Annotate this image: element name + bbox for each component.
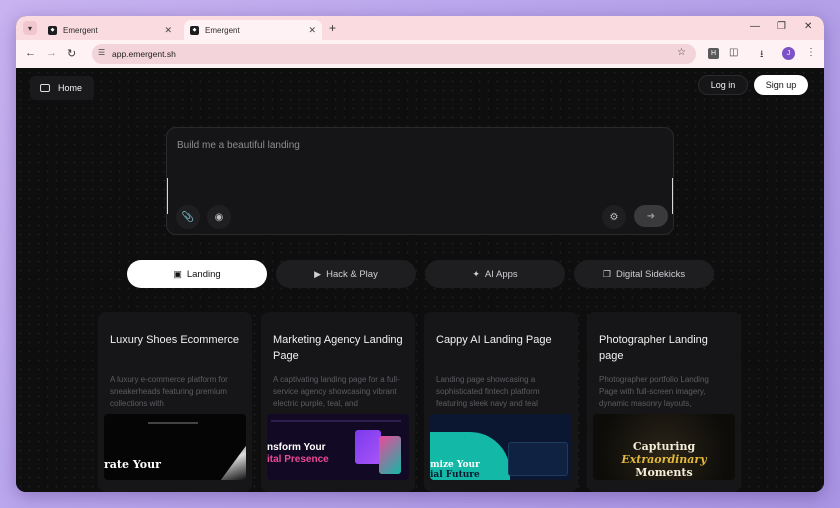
bookmark-star-icon[interactable]: ☆ [677, 47, 686, 58]
thumb-headline: Capturing [632, 440, 696, 453]
arrow-right-icon: ➜ [646, 210, 656, 222]
window-icon: ▣ [173, 268, 182, 279]
sparkle-icon: ✦ [472, 268, 480, 279]
address-bar[interactable]: ☰ app.emergent.sh ☆ [92, 44, 696, 64]
card-title: Cappy AI Landing Page [436, 334, 552, 346]
tab-ai-apps[interactable]: ✦ AI Apps [425, 260, 565, 288]
thumb-headline: mize Your [430, 460, 480, 470]
extensions-puzzle-icon[interactable]: ◫ [729, 47, 738, 58]
template-card[interactable]: Marketing Agency Landing Page A captivat… [261, 312, 415, 492]
profile-avatar[interactable]: J [782, 47, 795, 60]
thumb-headline-accent: ital Presence [267, 454, 329, 465]
tab-hack-and-play[interactable]: ▶ Hack & Play [276, 260, 416, 288]
restore-icon[interactable]: ❐ [777, 21, 786, 32]
card-description: A captivating landing page for a full-se… [273, 375, 400, 408]
play-icon: ▶ [314, 268, 322, 279]
chevron-down-icon: ▾ [27, 23, 32, 33]
thumb-nav-bar [148, 422, 198, 424]
input-border-highlight [167, 178, 168, 214]
back-arrow-icon[interactable]: ← [25, 47, 36, 59]
sneaker-image [220, 445, 246, 480]
tab-title: Emergent [205, 25, 240, 35]
prompt-text: Build me a beautiful landing [177, 140, 300, 151]
home-button[interactable]: Home [30, 76, 94, 100]
card-description: Landing page showcasing a sophisticated … [436, 375, 540, 408]
card-thumbnail: nsform Your ital Presence [267, 414, 409, 480]
browser-window: ▾ ◆ Emergent ✕ ◆ Emergent ✕ + — ❐ ✕ ← → … [16, 16, 824, 492]
settings-button[interactable]: ⚙ [602, 205, 626, 229]
tab-label: Landing [186, 268, 221, 280]
copy-icon: ❐ [602, 268, 611, 279]
template-card[interactable]: Cappy AI Landing Page Landing page showc… [424, 312, 578, 492]
tab-search-button[interactable]: ▾ [23, 21, 37, 35]
close-icon[interactable]: ✕ [308, 25, 316, 36]
thumb-headline: rate Your [104, 458, 161, 471]
window-close-icon[interactable]: ✕ [804, 21, 812, 32]
tab-digital-sidekicks[interactable]: ❐ Digital Sidekicks [574, 260, 714, 288]
card-thumbnail: Capturing Extraordinary Moments [593, 414, 735, 480]
card-title: Marketing Agency Landing Page [273, 334, 403, 362]
tab-label: AI Apps [484, 268, 518, 280]
forward-arrow-icon[interactable]: → [46, 47, 57, 59]
login-button[interactable]: Log in [698, 75, 748, 95]
emergent-favicon-icon: ◆ [190, 25, 199, 35]
thumb-nav-bar [271, 420, 401, 422]
thumb-chart-panel [508, 442, 568, 476]
url-text: app.emergent.sh [112, 49, 176, 59]
thumb-headline-accent: Extraordinary [621, 453, 707, 466]
window-icon [40, 84, 50, 92]
thumb-headline: Moments [635, 466, 693, 479]
send-button[interactable]: ➜ [634, 205, 668, 227]
card-thumbnail: mize Your ial Future [430, 414, 572, 480]
gear-icon: ⚙ [609, 211, 619, 223]
page-content: Home Log in Sign up Build me a beautiful… [16, 68, 824, 492]
signup-button[interactable]: Sign up [754, 75, 808, 95]
attach-button[interactable]: 📎 [176, 205, 200, 229]
extension-h-icon[interactable]: H [708, 48, 719, 59]
template-card[interactable]: Photographer Landing page Photographer p… [587, 312, 741, 492]
download-icon[interactable]: ⭳ [760, 47, 764, 64]
template-card[interactable]: Luxury Shoes Ecommerce A luxury e-commer… [98, 312, 252, 492]
emergent-favicon-icon: ◆ [48, 25, 57, 35]
thumb-headline: nsform Your [267, 442, 326, 453]
input-border-highlight [672, 178, 673, 214]
site-settings-icon[interactable]: ☰ [98, 48, 105, 57]
browser-toolbar: ← → ↻ ☰ app.emergent.sh ☆ H ◫ ⭳ J ⋮ [16, 40, 824, 68]
card-thumbnail: rate Your [104, 414, 246, 480]
minimize-icon[interactable]: — [750, 21, 760, 32]
new-tab-button[interactable]: + [329, 21, 336, 35]
card-description: Photographer portfolio Landing Page with… [599, 375, 709, 408]
top-nav: Home Log in Sign up [16, 68, 824, 102]
browser-tab-2[interactable]: ◆ Emergent ✕ [184, 20, 322, 40]
paperclip-icon: 📎 [181, 211, 195, 223]
thumb-card-shape [355, 430, 381, 464]
github-icon: ◉ [214, 211, 224, 223]
reload-icon[interactable]: ↻ [67, 47, 76, 60]
tab-landing[interactable]: ▣ Landing [127, 260, 267, 288]
card-title: Luxury Shoes Ecommerce [110, 334, 239, 346]
card-title: Photographer Landing page [599, 334, 708, 362]
tab-label: Digital Sidekicks [615, 268, 686, 280]
card-description: A luxury e-commerce platform for sneaker… [110, 375, 228, 408]
tab-title: Emergent [63, 25, 98, 35]
github-button[interactable]: ◉ [207, 205, 231, 229]
thumb-card-shape [379, 436, 401, 474]
home-label: Home [58, 83, 83, 93]
tab-strip: ▾ ◆ Emergent ✕ ◆ Emergent ✕ + — ❐ ✕ [16, 16, 824, 40]
prompt-input[interactable]: Build me a beautiful landing 📎 ◉ ⚙ ➜ [166, 127, 674, 235]
more-menu-icon[interactable]: ⋮ [806, 47, 816, 58]
tab-label: Hack & Play [326, 268, 378, 280]
thumb-headline-accent: ial Future [430, 470, 480, 480]
browser-tab-1[interactable]: ◆ Emergent ✕ [42, 20, 178, 40]
close-icon[interactable]: ✕ [164, 25, 172, 36]
